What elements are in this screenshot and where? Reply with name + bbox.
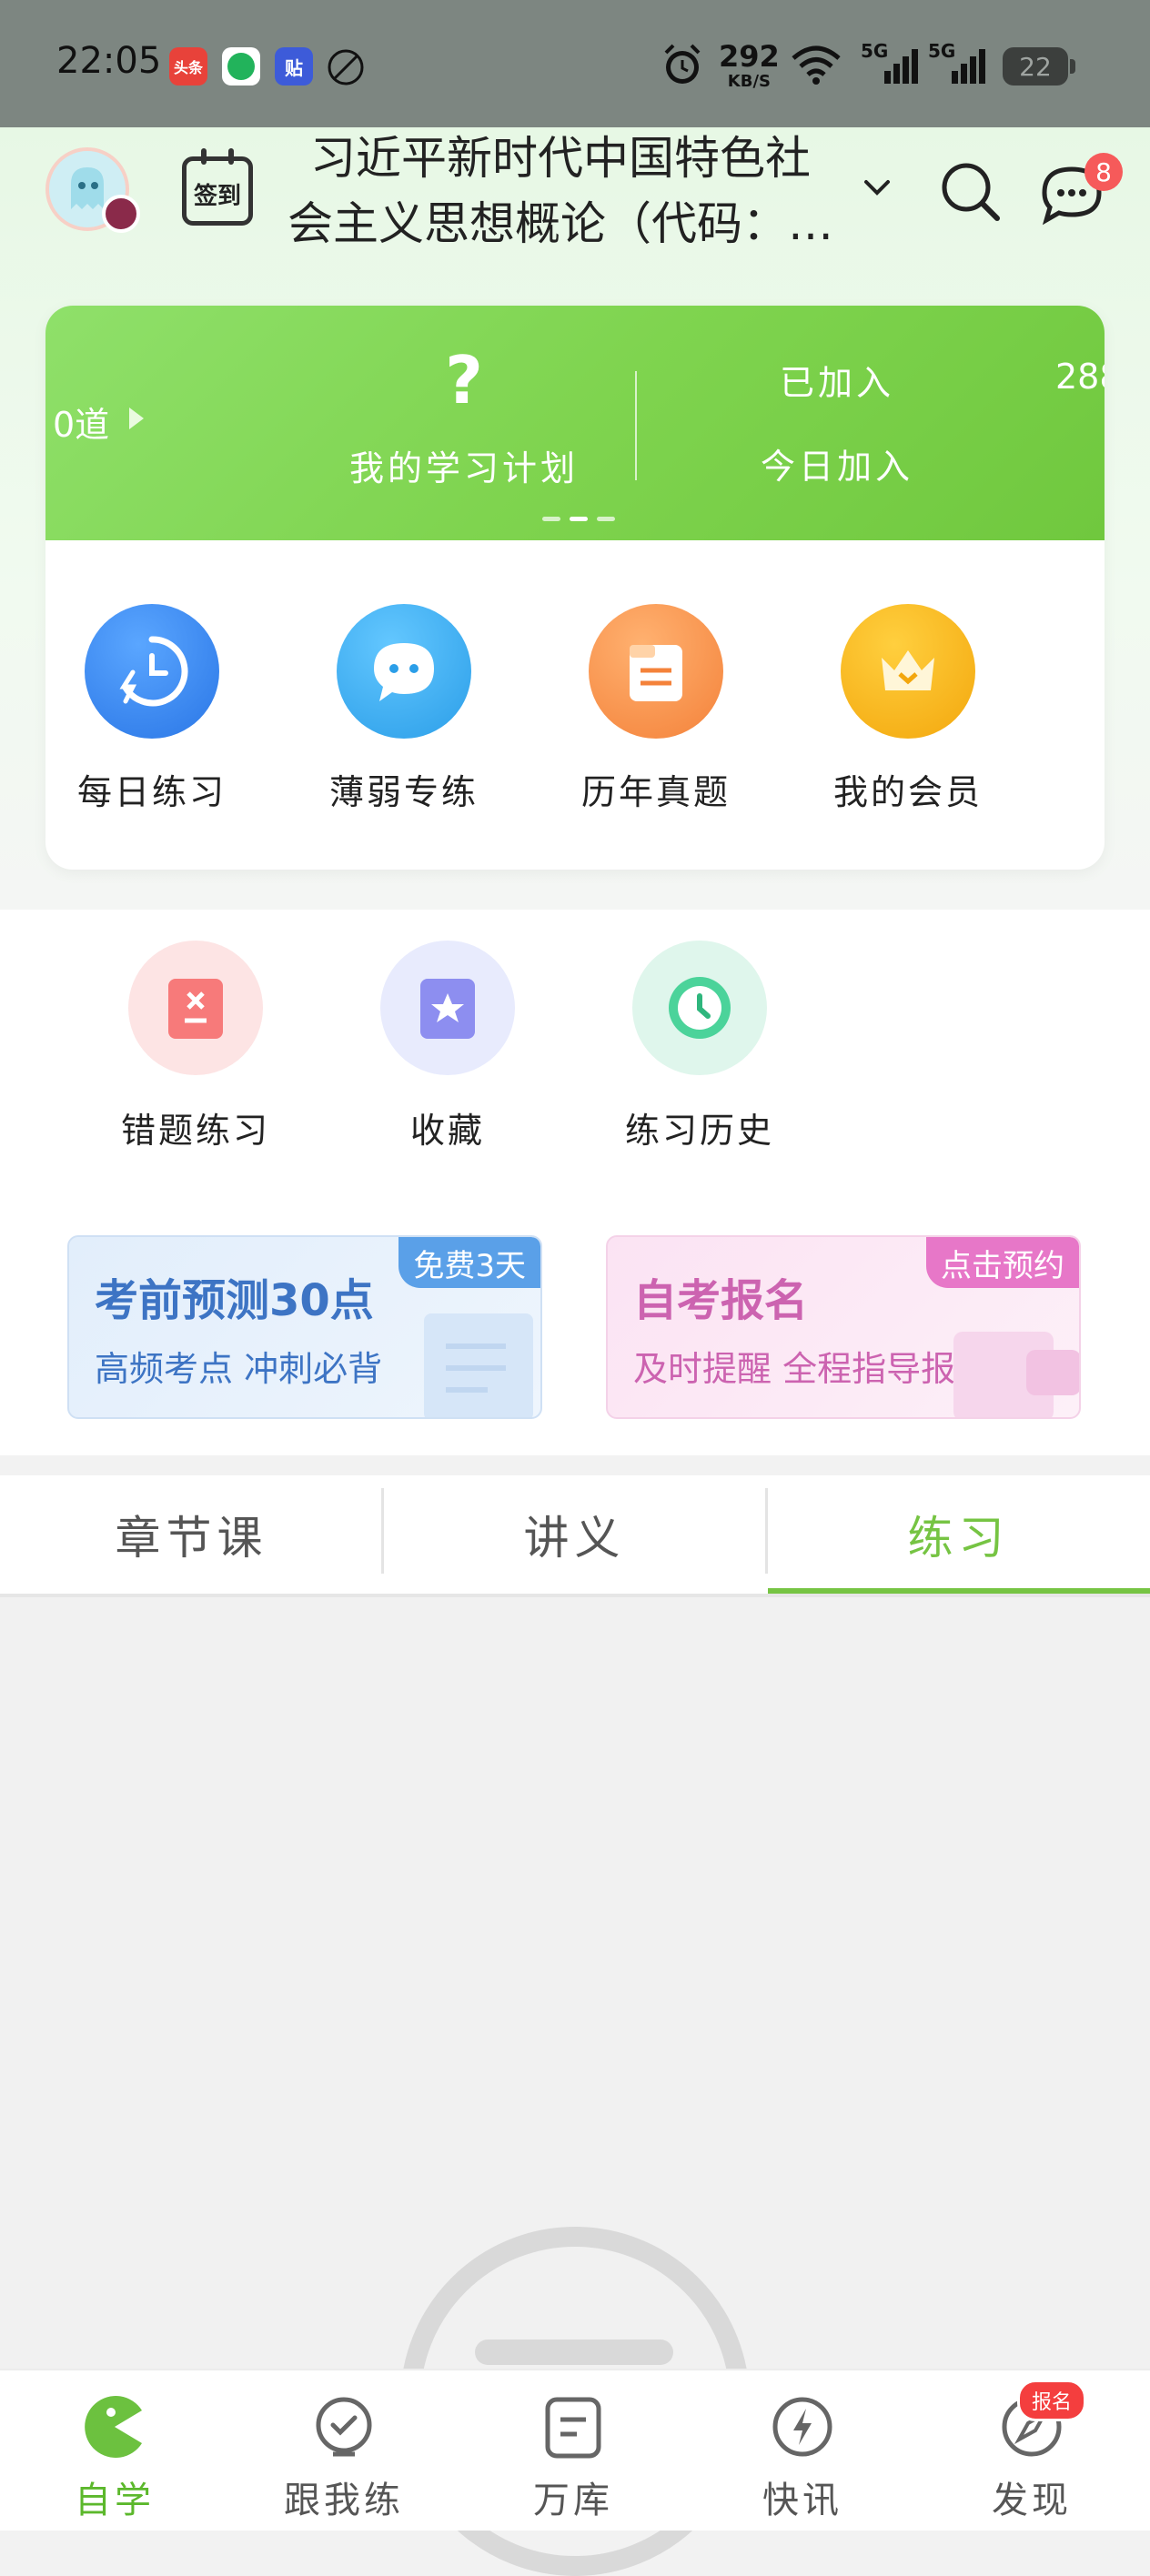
favorites-label: 收藏 — [409, 1111, 485, 1151]
plan-today-label: 今日加入 — [760, 447, 913, 487]
past-exams-label: 历年真题 — [580, 772, 731, 812]
battery-indicator: 22 — [1003, 47, 1075, 86]
favorites-button[interactable]: 收藏 — [357, 941, 539, 1152]
practice-with-me-icon — [316, 2397, 372, 2457]
tab-practice[interactable]: 练习 — [767, 1475, 1150, 1594]
wrong-questions-label: 错题练习 — [120, 1111, 270, 1151]
question-bank-icon — [545, 2397, 601, 2459]
play-arrow-icon — [129, 408, 144, 429]
history-label: 练习历史 — [624, 1111, 774, 1151]
course-selector[interactable]: 习近平新时代中国特色社 会主义思想概论（代码：… — [260, 126, 861, 257]
prediction-banner-subtitle: 高频考点 冲刺必背 — [95, 1349, 383, 1389]
prediction-banner-tag: 免费3天 — [398, 1237, 540, 1288]
registration-banner[interactable]: 自考报名 及时提醒 全程指导报名 点击预约 — [606, 1235, 1081, 1419]
course-title-line1: 习近平新时代中国特色社 — [310, 132, 811, 185]
nav-news-flash-label: 快讯 — [762, 2480, 842, 2521]
prediction-banner[interactable]: 考前预测30点 高频考点 冲刺必背 免费3天 — [67, 1235, 542, 1419]
plan-question-count: 0道 — [53, 405, 110, 445]
alarm-icon — [664, 44, 701, 84]
membership-label: 我的会员 — [832, 772, 983, 812]
wrong-questions-icon — [128, 941, 263, 1075]
content-tabs: 章节课 讲义 练习 — [0, 1475, 1150, 1597]
tab-handouts[interactable]: 讲义 — [383, 1475, 766, 1594]
sign-in-label: 签到 — [193, 183, 241, 210]
weak-practice-icon — [337, 604, 471, 739]
history-button[interactable]: 练习历史 — [609, 941, 791, 1152]
network-speed: 292 KB/S — [719, 39, 780, 91]
self-study-icon — [85, 2396, 142, 2458]
active-tab-underline — [768, 1588, 1150, 1594]
wrong-questions-button[interactable]: 错题练习 — [105, 941, 287, 1152]
favorites-icon — [380, 941, 515, 1075]
past-exams-icon — [589, 604, 723, 739]
nav-question-bank[interactable]: 万库 — [459, 2370, 688, 2531]
tab-chapter-course[interactable]: 章节课 — [0, 1475, 383, 1594]
nav-question-bank-label: 万库 — [533, 2480, 613, 2521]
document-illustration-icon — [424, 1313, 533, 1417]
nav-self-study-label: 自学 — [75, 2480, 155, 2521]
message-app-icon — [222, 47, 260, 86]
wifi-icon — [792, 45, 841, 85]
plan-divider — [635, 371, 637, 480]
nav-self-study[interactable]: 自学 — [0, 2370, 229, 2531]
nav-practice-with-me-label: 跟我练 — [284, 2480, 404, 2521]
main-card: 0道 ? 我的学习计划 已加入 今日加入 288 每日练习 — [45, 306, 1105, 870]
course-title-line2: 会主义思想概论（代码：… — [288, 197, 833, 250]
nav-practice-with-me[interactable]: 跟我练 — [229, 2370, 459, 2531]
bottom-navigation: 自学 跟我练 万库 快讯 发现 — [0, 2369, 1150, 2531]
membership-icon — [841, 604, 975, 739]
registration-illustration-icon — [953, 1332, 1079, 1417]
membership-button[interactable]: 我的会员 — [817, 604, 999, 814]
history-icon — [632, 941, 767, 1075]
tieba-icon: 贴 — [275, 47, 313, 86]
weak-practice-label: 薄弱专练 — [328, 772, 479, 812]
status-time: 22:05 — [56, 40, 162, 82]
carousel-dots — [542, 517, 617, 522]
weak-practice-button[interactable]: 薄弱专练 — [313, 604, 495, 814]
prediction-banner-title: 考前预测30点 — [95, 1275, 374, 1326]
past-exams-button[interactable]: 历年真题 — [565, 604, 747, 814]
registration-banner-tag: 点击预约 — [926, 1237, 1079, 1288]
no-disturb-icon — [328, 49, 364, 86]
daily-practice-button[interactable]: 每日练习 — [61, 604, 243, 814]
toutiao-icon: 头条 — [169, 47, 207, 86]
daily-practice-label: 每日练习 — [76, 772, 227, 812]
signal-5g-2-icon: 5G — [928, 40, 992, 87]
message-badge: 8 — [1084, 153, 1123, 191]
news-flash-icon — [772, 2397, 832, 2457]
sign-in-button[interactable]: 签到 — [182, 148, 253, 226]
nav-news-flash[interactable]: 快讯 — [688, 2370, 917, 2531]
plan-question-mark: ? — [445, 342, 483, 418]
avatar-badge-icon — [102, 195, 140, 233]
registration-banner-title: 自考报名 — [633, 1275, 809, 1326]
search-icon[interactable] — [939, 160, 1003, 224]
study-plan-banner[interactable]: 0道 ? 我的学习计划 已加入 今日加入 288 — [45, 306, 1105, 540]
signal-5g-1-icon: 5G — [861, 40, 924, 87]
chevron-down-icon[interactable] — [859, 169, 895, 206]
plan-joined-label: 已加入 — [779, 363, 894, 403]
empty-state-bar — [475, 2340, 673, 2365]
plan-number: 288 — [1055, 357, 1105, 397]
plan-label: 我的学习计划 — [348, 448, 579, 488]
daily-practice-icon — [85, 604, 219, 739]
nav-discover-label: 发现 — [992, 2480, 1072, 2521]
discover-badge: 报名 — [1017, 2380, 1086, 2421]
